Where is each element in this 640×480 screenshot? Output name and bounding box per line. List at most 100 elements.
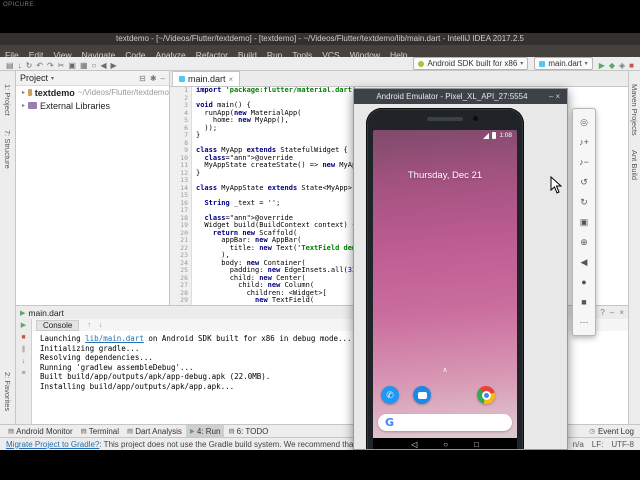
project-item-textdemo[interactable]: ▸ textdemo ~/Videos/Flutter/textdemo bbox=[16, 86, 169, 99]
tool-strip-7-structure[interactable]: 7: Structure bbox=[3, 130, 12, 169]
menu-help[interactable]: Help bbox=[385, 49, 412, 57]
menu-tools[interactable]: Tools bbox=[287, 49, 317, 57]
editor-tab-main-dart[interactable]: main.dart × bbox=[172, 71, 241, 86]
volume-up-icon[interactable]: ♪+ bbox=[575, 132, 593, 152]
hide-icon[interactable]: – bbox=[161, 74, 165, 83]
close-icon[interactable]: × bbox=[554, 92, 561, 101]
migrate-gradle-link[interactable]: Migrate Project to Gradle? bbox=[6, 440, 99, 449]
soft-wrap-icon[interactable]: ≡ bbox=[21, 370, 25, 377]
close-icon[interactable]: × bbox=[619, 308, 624, 317]
open-icon[interactable]: ▤ bbox=[4, 61, 16, 70]
menu-refactor[interactable]: Refactor bbox=[191, 49, 233, 57]
toolwindow-dart-analysis[interactable]: ▤ Dart Analysis bbox=[123, 425, 186, 437]
project-panel: Project ▾ ⊟ ✱ – ▸ textdemo ~/Videos/Flutter/… bbox=[16, 71, 170, 305]
toolwindow-terminal[interactable]: ▤ Terminal bbox=[77, 425, 123, 437]
chevron-down-icon: ▾ bbox=[51, 75, 55, 82]
phone-screen[interactable]: 1:08 Thursday, Dec 21 ∧ ✆ G ◁ ○ □ bbox=[373, 130, 517, 449]
tab-close-icon[interactable]: × bbox=[229, 75, 234, 84]
phone-app-icon[interactable]: ✆ bbox=[381, 386, 399, 404]
event-log-label: Event Log bbox=[597, 426, 634, 436]
phone-device: 1:08 Thursday, Dec 21 ∧ ✆ G ◁ ○ □ bbox=[366, 108, 524, 449]
run-icon: ▶ bbox=[20, 309, 26, 317]
debug-button[interactable]: ◆ bbox=[607, 61, 617, 70]
copy-icon[interactable]: ▣ bbox=[66, 61, 78, 70]
undo-icon[interactable]: ↶ bbox=[34, 61, 45, 70]
project-panel-header[interactable]: Project ▾ ⊟ ✱ – bbox=[16, 71, 169, 86]
home-icon[interactable]: ● bbox=[575, 272, 593, 292]
rerun-icon[interactable]: ▶ bbox=[21, 322, 26, 329]
rotate-right-icon[interactable]: ↻ bbox=[575, 192, 593, 212]
screenshot-icon[interactable]: ▣ bbox=[575, 212, 593, 232]
tool-strip-2-favorites[interactable]: 2: Favorites bbox=[3, 372, 12, 411]
scroll-down-icon[interactable]: ↓ bbox=[99, 322, 103, 329]
paste-icon[interactable]: ▦ bbox=[78, 61, 90, 70]
rotate-left-icon[interactable]: ↺ bbox=[575, 172, 593, 192]
menu-vcs[interactable]: VCS bbox=[317, 49, 344, 57]
run-tab[interactable]: ▶ main.dart bbox=[20, 308, 64, 318]
minimize-icon[interactable]: – bbox=[610, 308, 614, 317]
sync-icon[interactable]: ↻ bbox=[24, 61, 35, 70]
stop-button[interactable]: ■ bbox=[627, 61, 636, 70]
back-icon[interactable]: ◀ bbox=[575, 252, 593, 272]
more-icon[interactable]: ⋯ bbox=[575, 312, 593, 332]
tool-strip-maven-projects[interactable]: Maven Projects bbox=[630, 84, 639, 136]
toolwindow-6-todo[interactable]: ▤ 6: TODO bbox=[224, 425, 272, 437]
console-file-link[interactable]: lib/main.dart bbox=[85, 334, 144, 343]
toolwindow-label: 4: Run bbox=[196, 426, 221, 436]
scroll-end-icon[interactable]: ↓ bbox=[22, 358, 26, 365]
console-text: Built build/app/outputs/apk/app-debug.ap… bbox=[40, 372, 271, 381]
chrome-app-icon[interactable] bbox=[477, 386, 495, 404]
menu-window[interactable]: Window bbox=[345, 49, 385, 57]
collapse-all-icon[interactable]: ⊟ bbox=[139, 74, 146, 83]
event-log-button[interactable]: ◷ Event Log bbox=[589, 427, 636, 436]
project-item-external-libraries[interactable]: ▸ External Libraries bbox=[16, 99, 169, 112]
emulator-title-bar[interactable]: Android Emulator - Pixel_XL_API_27:5554 … bbox=[354, 89, 567, 104]
emulator-window: Android Emulator - Pixel_XL_API_27:5554 … bbox=[353, 88, 568, 450]
stop-icon[interactable]: ■ bbox=[21, 334, 25, 341]
overview-nav-icon[interactable]: □ bbox=[474, 441, 479, 449]
help-icon[interactable]: ? bbox=[600, 308, 604, 317]
menu-code[interactable]: Code bbox=[120, 49, 150, 57]
clock-icon: ◷ bbox=[589, 428, 595, 435]
messages-app-icon[interactable] bbox=[413, 386, 431, 404]
menu-build[interactable]: Build bbox=[233, 49, 262, 57]
code-text: class MyAppState extends State<MyApp> { bbox=[196, 183, 361, 192]
back-nav-icon[interactable]: ◁ bbox=[411, 441, 417, 449]
console-text: Initializing gradle... bbox=[40, 343, 140, 353]
run-config-selector[interactable]: main.dart ▾ bbox=[534, 57, 593, 70]
back-icon[interactable]: ◀ bbox=[98, 61, 108, 70]
menu-run[interactable]: Run bbox=[262, 49, 288, 57]
toolwindow-4-run[interactable]: ▶ 4: Run bbox=[185, 425, 225, 437]
emulator-title: Android Emulator - Pixel_XL_API_27:5554 bbox=[376, 92, 528, 101]
status-utf-8: UTF-8 bbox=[611, 439, 634, 449]
phone-speaker bbox=[427, 117, 463, 121]
zoom-icon[interactable]: ⊕ bbox=[575, 232, 593, 252]
console-tab[interactable]: Console bbox=[36, 319, 80, 331]
toolwindow-label: Terminal bbox=[88, 426, 120, 436]
forward-icon[interactable]: ▶ bbox=[109, 61, 119, 70]
device-selector[interactable]: Android SDK built for x86 ▾ bbox=[413, 57, 529, 70]
power-icon[interactable]: ◎ bbox=[575, 112, 593, 132]
cut-icon[interactable]: ✂ bbox=[56, 61, 67, 70]
scroll-up-icon[interactable]: ↑ bbox=[87, 322, 91, 329]
tool-strip-ant-build[interactable]: Ant Build bbox=[630, 150, 639, 180]
battery-icon bbox=[492, 132, 497, 139]
google-search-bar[interactable]: G bbox=[378, 414, 512, 431]
menu-analyze[interactable]: Analyze bbox=[151, 49, 191, 57]
run-button[interactable]: ▶ bbox=[597, 61, 607, 70]
settings-icon[interactable]: ✱ bbox=[150, 74, 157, 83]
project-tree: ▸ textdemo ~/Videos/Flutter/textdemo ▸ Exter… bbox=[16, 86, 169, 112]
toolwindow-android-monitor[interactable]: ▤ Android Monitor bbox=[4, 425, 77, 437]
status-lf: LF: bbox=[591, 439, 604, 449]
tool-strip-1-project[interactable]: 1: Project bbox=[3, 84, 12, 116]
save-all-icon[interactable]: ↓ bbox=[16, 61, 24, 70]
pause-icon[interactable]: ∥ bbox=[22, 346, 26, 353]
code-text: } bbox=[196, 131, 201, 139]
chevron-right-icon: ▸ bbox=[22, 103, 26, 109]
coverage-button[interactable]: ◈ bbox=[617, 61, 627, 70]
redo-icon[interactable]: ↷ bbox=[45, 61, 56, 70]
project-header-icons: ⊟ ✱ – bbox=[139, 74, 165, 83]
overview-icon[interactable]: ■ bbox=[575, 292, 593, 312]
volume-down-icon[interactable]: ♪− bbox=[575, 152, 593, 172]
home-nav-icon[interactable]: ○ bbox=[443, 441, 448, 449]
